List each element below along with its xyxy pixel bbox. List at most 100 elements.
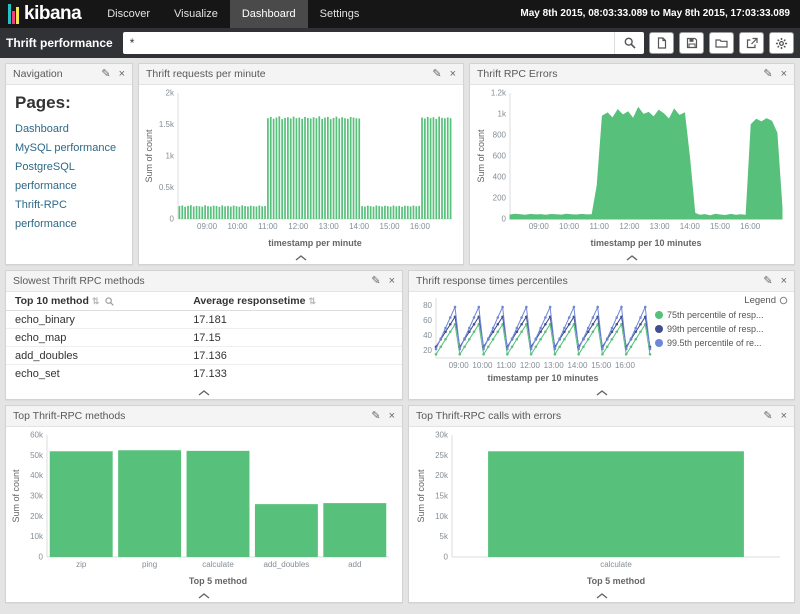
query-bar: Thrift performance <box>0 28 800 58</box>
svg-text:12:00: 12:00 <box>288 222 309 231</box>
thrift_response_times_percentiles-svg: 2040608009:0010:0011:0012:0013:0014:0015… <box>410 292 654 384</box>
save-dashboard-button[interactable] <box>679 32 704 54</box>
chevron-up-icon <box>198 593 210 599</box>
svg-text:1.5k: 1.5k <box>159 120 175 129</box>
close-panel-icon[interactable]: × <box>389 276 395 287</box>
panel-header: Thrift response times percentiles ✎ × <box>409 271 794 292</box>
svg-text:09:00: 09:00 <box>197 222 218 231</box>
legend-entry[interactable]: 99.5th percentile of re... <box>655 336 788 350</box>
edit-panel-icon[interactable]: ✎ <box>371 411 380 422</box>
svg-text:15k: 15k <box>435 492 449 501</box>
collapse-panel-button[interactable] <box>409 386 794 399</box>
time-range-picker[interactable]: May 8th 2015, 08:03:33.089 to May 8th 20… <box>510 0 800 28</box>
panel-header: Thrift requests per minute ✎ × <box>139 64 463 85</box>
svg-text:13:00: 13:00 <box>319 222 340 231</box>
page-link-thrift-rpc[interactable]: Thrift-RPC performance <box>15 196 123 234</box>
load-dashboard-button[interactable] <box>709 32 734 54</box>
navigation-content: Pages: Dashboard MySQL performance Postg… <box>6 85 132 264</box>
svg-text:Top 5 method: Top 5 method <box>586 576 644 586</box>
svg-text:11:00: 11:00 <box>258 222 278 231</box>
close-panel-icon[interactable]: × <box>781 276 787 287</box>
page-link-dashboard[interactable]: Dashboard <box>15 120 123 139</box>
edit-panel-icon[interactable]: ✎ <box>763 69 772 80</box>
svg-text:Top 5 method: Top 5 method <box>189 576 247 586</box>
panel-title: Slowest Thrift RPC methods <box>13 275 145 287</box>
search-form <box>123 32 644 54</box>
legend-title: Legend <box>744 295 776 306</box>
panel-title: Top Thrift-RPC calls with errors <box>416 410 561 422</box>
page-link-mysql[interactable]: MySQL performance <box>15 139 123 158</box>
filter-column-icon[interactable] <box>105 297 114 306</box>
legend-entries: 75th percentile of resp...99th percentil… <box>655 308 788 350</box>
panel-title: Thrift RPC Errors <box>477 68 558 80</box>
dashboard-settings-button[interactable] <box>769 32 794 54</box>
table-row[interactable]: echo_set17.133 <box>6 365 402 383</box>
table-row[interactable]: echo_binary17.181 <box>6 311 402 329</box>
column-header-method[interactable]: Top 10 method⇅ <box>6 292 184 311</box>
column-label: Top 10 method <box>15 295 89 307</box>
legend: Legend 75th percentile of resp...99th pe… <box>655 292 794 386</box>
new-dashboard-button[interactable] <box>649 32 674 54</box>
svg-text:40k: 40k <box>30 471 44 480</box>
page-link-postgresql[interactable]: PostgreSQL performance <box>15 158 123 196</box>
svg-text:20k: 20k <box>30 512 44 521</box>
nav-item-discover[interactable]: Discover <box>95 0 162 28</box>
legend-toggle-icon <box>779 296 788 305</box>
close-panel-icon[interactable]: × <box>119 69 125 80</box>
collapse-panel-button[interactable] <box>470 251 794 264</box>
logo-text: kibana <box>24 0 81 28</box>
svg-text:timestamp per 10 minutes: timestamp per 10 minutes <box>590 238 701 248</box>
edit-panel-icon[interactable]: ✎ <box>371 276 380 287</box>
logo-stripes-icon <box>8 4 19 24</box>
share-dashboard-button[interactable] <box>739 32 764 54</box>
collapse-panel-button[interactable] <box>409 589 794 602</box>
panel-title: Top Thrift-RPC methods <box>13 410 125 422</box>
search-icon <box>624 37 636 49</box>
collapse-panel-button[interactable] <box>6 589 402 602</box>
nav-item-visualize[interactable]: Visualize <box>162 0 230 28</box>
chevron-up-icon <box>626 255 638 261</box>
search-input[interactable] <box>123 32 614 54</box>
thrift_rpc_errors-svg: 02004006008001k1.2k09:0010:0011:0012:001… <box>474 85 790 249</box>
svg-text:0: 0 <box>443 553 448 562</box>
svg-text:30k: 30k <box>30 492 44 501</box>
svg-text:12:00: 12:00 <box>520 361 541 370</box>
close-panel-icon[interactable]: × <box>389 411 395 422</box>
svg-text:11:00: 11:00 <box>589 222 609 231</box>
svg-text:10k: 10k <box>30 532 44 541</box>
collapse-panel-button[interactable] <box>139 251 463 264</box>
svg-text:13:00: 13:00 <box>544 361 565 370</box>
svg-text:25k: 25k <box>435 451 449 460</box>
nav-item-dashboard[interactable]: Dashboard <box>230 0 308 28</box>
svg-text:80: 80 <box>423 301 432 310</box>
percentiles-chart: 2040608009:0010:0011:0012:0013:0014:0015… <box>409 292 655 386</box>
svg-text:10k: 10k <box>435 512 449 521</box>
panel-thrift-response-times-percentiles: Thrift response times percentiles ✎ × 20… <box>408 270 795 400</box>
legend-entry[interactable]: 75th percentile of resp... <box>655 308 788 322</box>
edit-panel-icon[interactable]: ✎ <box>763 411 772 422</box>
top_thrift_rpc_methods-svg: 010k20k30k40k50k60kzippingcalculateadd_d… <box>9 427 399 587</box>
close-panel-icon[interactable]: × <box>450 69 456 80</box>
svg-text:calculate: calculate <box>600 560 632 569</box>
edit-panel-icon[interactable]: ✎ <box>101 69 110 80</box>
chevron-up-icon <box>596 593 608 599</box>
table-row[interactable]: echo_map17.15 <box>6 329 402 347</box>
edit-panel-icon[interactable]: ✎ <box>432 69 441 80</box>
collapse-panel-button[interactable] <box>6 386 402 399</box>
legend-entry[interactable]: 99th percentile of resp... <box>655 322 788 336</box>
svg-text:400: 400 <box>493 173 507 182</box>
search-button[interactable] <box>614 32 644 54</box>
svg-text:40: 40 <box>423 331 432 340</box>
column-header-responsetime[interactable]: Average responsetime⇅ <box>184 292 402 311</box>
close-panel-icon[interactable]: × <box>781 411 787 422</box>
edit-panel-icon[interactable]: ✎ <box>763 276 772 287</box>
panel-title: Thrift requests per minute <box>146 68 266 80</box>
svg-text:1k: 1k <box>498 110 507 119</box>
nav-item-settings[interactable]: Settings <box>308 0 372 28</box>
kibana-logo[interactable]: kibana <box>0 0 95 28</box>
close-panel-icon[interactable]: × <box>781 69 787 80</box>
legend-label: 99.5th percentile of re... <box>667 336 762 350</box>
svg-text:zip: zip <box>76 560 87 569</box>
table-row[interactable]: add_doubles17.136 <box>6 347 402 365</box>
legend-toggle[interactable]: Legend <box>655 295 788 306</box>
